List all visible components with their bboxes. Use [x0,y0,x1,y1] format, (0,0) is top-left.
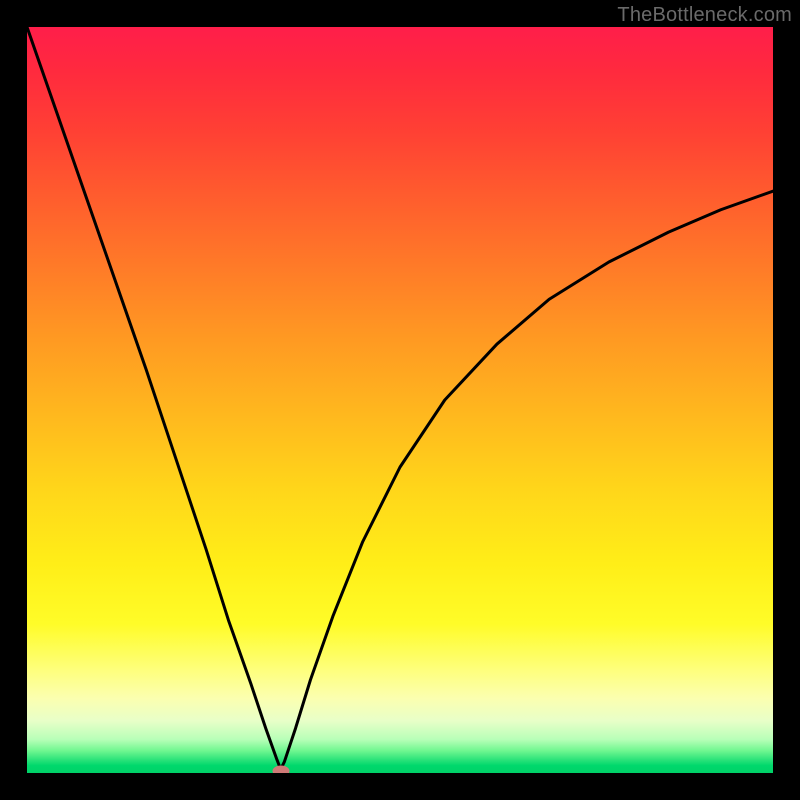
chart-frame: TheBottleneck.com [0,0,800,800]
minimum-marker [272,765,289,773]
bottleneck-curve [27,27,773,773]
watermark-text: TheBottleneck.com [617,4,792,27]
plot-area [27,27,773,773]
